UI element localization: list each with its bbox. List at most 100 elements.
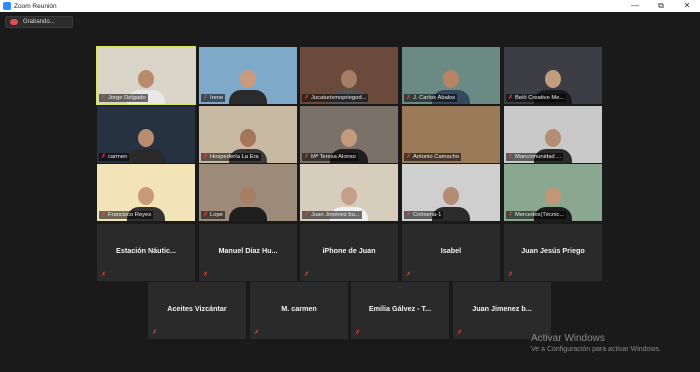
mic-muted-icon: ✗ bbox=[457, 330, 463, 336]
participant-head bbox=[341, 187, 357, 205]
participant-name: Aceites Vizcántar bbox=[167, 304, 227, 313]
participant-head bbox=[341, 129, 357, 147]
participant-head bbox=[240, 129, 256, 147]
participant-nametag: ✗ Belö Creative Me... bbox=[506, 94, 567, 102]
participant-nametag: ✗ Jorge Delgado bbox=[99, 94, 148, 102]
participant-video-tile[interactable]: ✗ Antonio Camacho bbox=[402, 106, 500, 163]
mic-muted-icon: ✗ bbox=[304, 272, 310, 278]
mic-muted-icon: ✗ bbox=[203, 212, 209, 218]
mic-muted-icon: ✗ bbox=[406, 154, 412, 160]
participant-name: Juan Jiménez bu... bbox=[311, 212, 360, 218]
participant-figure bbox=[229, 187, 267, 221]
mic-muted-icon: ✗ bbox=[203, 154, 209, 160]
mic-muted-icon: ✗ bbox=[152, 330, 158, 336]
participant-video-tile[interactable]: ✗ Juan Jiménez bu... bbox=[300, 164, 398, 221]
window-controls: — ⧉ ✕ bbox=[622, 0, 700, 12]
participant-nametag: ✗ Jucaturismopriegod... bbox=[302, 94, 369, 102]
participant-name: Antonio Camacho bbox=[413, 154, 460, 160]
participant-audio-tile[interactable]: Isabel ✗ bbox=[402, 224, 500, 281]
watermark-title: Activar Windows bbox=[531, 333, 605, 344]
participant-head bbox=[240, 70, 256, 88]
participant-name: Juan Jimenez b... bbox=[472, 304, 532, 313]
participant-name: Hospedería La Era bbox=[210, 154, 259, 160]
participant-figure bbox=[229, 70, 267, 104]
mic-muted-icon: ✗ bbox=[304, 154, 310, 160]
participant-name: J. Carlos Ábalos bbox=[413, 95, 456, 101]
participant-name: Juan Jesús Priego bbox=[521, 246, 585, 255]
recording-indicator[interactable]: Grabando... bbox=[5, 16, 73, 28]
mic-muted-icon: ✗ bbox=[101, 272, 107, 278]
participant-name: Manuel Díaz Hu... bbox=[218, 246, 278, 255]
participant-name: iPhone de Juan bbox=[322, 246, 376, 255]
participant-name: Colmena-1 bbox=[413, 212, 442, 218]
participant-audio-tile[interactable]: Manuel Díaz Hu... ✗ bbox=[199, 224, 297, 281]
participant-video-tile[interactable]: ✗ Mª Teresa Alonso bbox=[300, 106, 398, 163]
participant-name: Jucaturismopriegod... bbox=[311, 95, 367, 101]
participant-name: Irene bbox=[210, 95, 224, 101]
participant-audio-tile[interactable]: Juan Jimenez b... ✗ bbox=[453, 282, 551, 339]
participant-video-tile[interactable]: ✗ Lope bbox=[199, 164, 297, 221]
maximize-button[interactable]: ⧉ bbox=[648, 0, 674, 12]
participant-name: M. carmen bbox=[281, 304, 317, 313]
participant-nametag: ✗ Juan Jiménez bu... bbox=[302, 211, 362, 219]
mic-muted-icon: ✗ bbox=[101, 95, 107, 101]
mic-muted-icon: ✗ bbox=[508, 95, 514, 101]
participant-nametag: ✗ Irene bbox=[201, 94, 226, 102]
participant-name: Mancomunidad ... bbox=[515, 154, 562, 160]
zoom-app-icon bbox=[3, 2, 11, 10]
mic-muted-icon: ✗ bbox=[406, 95, 412, 101]
participant-nametag: ✗ Mª Teresa Alonso bbox=[302, 153, 358, 161]
mic-muted-icon: ✗ bbox=[203, 272, 209, 278]
participant-video-tile[interactable]: ✗ Mercedes(Técnic... bbox=[504, 164, 602, 221]
participant-video-tile[interactable]: ✗ J. Carlos Ábalos bbox=[402, 47, 500, 104]
participant-name: Jorge Delgado bbox=[108, 95, 146, 101]
participant-head bbox=[443, 187, 459, 205]
participant-video-tile[interactable]: ✗ Jorge Delgado bbox=[96, 46, 196, 105]
watermark-subtitle: Ve a Configuración para activar Windows. bbox=[531, 346, 661, 353]
participant-video-tile[interactable]: ✗ Francisco Reyes bbox=[97, 164, 195, 221]
participant-head bbox=[138, 129, 154, 147]
participant-head bbox=[341, 70, 357, 88]
mic-muted-icon: ✗ bbox=[406, 212, 412, 218]
participant-video-tile[interactable]: ✗ Hospedería La Era bbox=[199, 106, 297, 163]
participant-audio-tile[interactable]: M. carmen ✗ bbox=[250, 282, 348, 339]
close-button[interactable]: ✕ bbox=[674, 0, 700, 12]
participant-video-tile[interactable]: ✗ Irene bbox=[199, 47, 297, 104]
cloud-record-icon bbox=[10, 19, 18, 25]
participant-video-tile[interactable]: ✗ carmen bbox=[97, 106, 195, 163]
participant-video-tile[interactable]: ✗ Jucaturismopriegod... bbox=[300, 47, 398, 104]
participant-audio-tile[interactable]: Emilia Gálvez - T... ✗ bbox=[351, 282, 449, 339]
participant-video-tile[interactable]: ✗ Colmena-1 bbox=[402, 164, 500, 221]
participant-nametag: ✗ Colmena-1 bbox=[404, 211, 444, 219]
mic-muted-icon: ✗ bbox=[101, 154, 107, 160]
participant-name: Isabel bbox=[440, 246, 462, 255]
participant-video-tile[interactable]: ✗ Belö Creative Me... bbox=[504, 47, 602, 104]
participant-video-tile[interactable]: ✗ Mancomunidad ... bbox=[504, 106, 602, 163]
participant-audio-tile[interactable]: Estación Náutic... ✗ bbox=[97, 224, 195, 281]
mic-muted-icon: ✗ bbox=[406, 272, 412, 278]
mic-muted-icon: ✗ bbox=[101, 212, 107, 218]
mic-muted-icon: ✗ bbox=[254, 330, 260, 336]
mic-muted-icon: ✗ bbox=[304, 95, 310, 101]
participant-audio-tile[interactable]: Aceites Vizcántar ✗ bbox=[148, 282, 246, 339]
recording-label: Grabando... bbox=[23, 19, 55, 25]
windows-activation-watermark: Activar Windows Ve a Configuración para … bbox=[531, 333, 661, 353]
participant-head bbox=[443, 70, 459, 88]
participant-nametag: ✗ Mancomunidad ... bbox=[506, 153, 564, 161]
participant-figure bbox=[127, 129, 165, 163]
mic-muted-icon: ✗ bbox=[508, 212, 514, 218]
participant-nametag: ✗ Francisco Reyes bbox=[99, 211, 154, 219]
participant-audio-tile[interactable]: Juan Jesús Priego ✗ bbox=[504, 224, 602, 281]
participant-head bbox=[545, 129, 561, 147]
participant-head bbox=[545, 70, 561, 88]
participant-audio-tile[interactable]: iPhone de Juan ✗ bbox=[300, 224, 398, 281]
participant-head bbox=[138, 70, 154, 88]
participant-name: Lope bbox=[210, 212, 223, 218]
participant-name: Francisco Reyes bbox=[108, 212, 152, 218]
participant-name: Belö Creative Me... bbox=[515, 95, 565, 101]
minimize-button[interactable]: — bbox=[622, 0, 648, 12]
mic-muted-icon: ✗ bbox=[508, 272, 514, 278]
participant-head bbox=[240, 187, 256, 205]
participant-nametag: ✗ J. Carlos Ábalos bbox=[404, 94, 458, 102]
window-title: Zoom Reunión bbox=[14, 2, 57, 10]
